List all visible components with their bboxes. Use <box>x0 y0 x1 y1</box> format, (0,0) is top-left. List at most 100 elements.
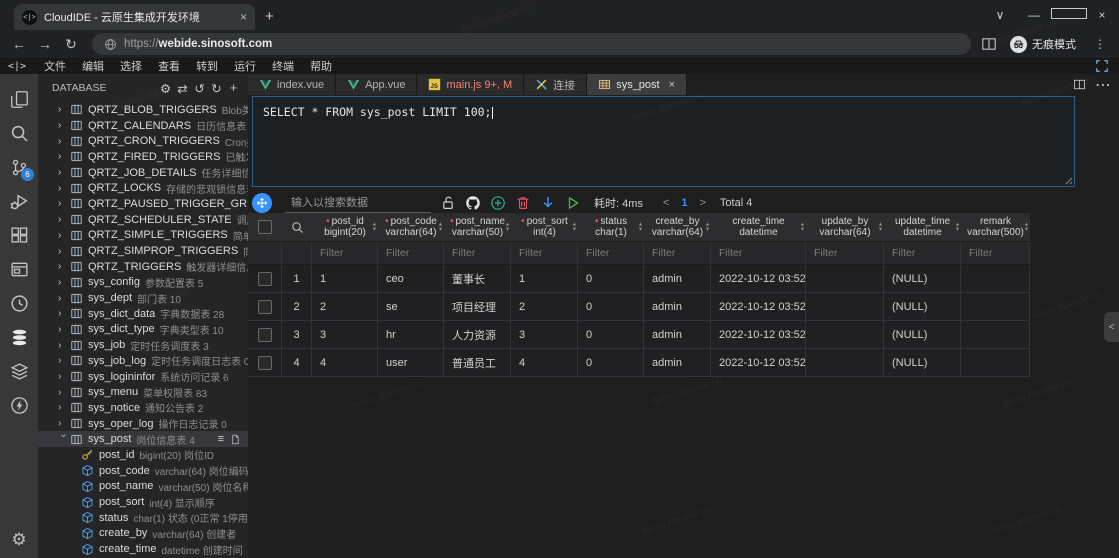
split-window-icon[interactable] <box>981 36 997 52</box>
tab-main.js[interactable]: JSmain.js 9+, M <box>417 74 524 95</box>
filter-input-post_id[interactable]: Filter <box>312 242 378 264</box>
chevron-icon[interactable]: › <box>58 340 69 351</box>
cell-status[interactable]: 0 <box>578 321 644 348</box>
cell-post_sort[interactable]: 2 <box>511 293 578 320</box>
sort-icon[interactable]: ▲▼ <box>505 223 510 232</box>
panel-collapse-handle[interactable]: < <box>1104 312 1119 342</box>
row-search-column[interactable] <box>282 213 312 241</box>
column-header-post_code[interactable]: •post_codevarchar(64)▲▼ <box>378 213 444 241</box>
delete-icon[interactable] <box>515 195 531 211</box>
activity-source-control[interactable]: 6 <box>0 150 38 184</box>
cell-post_code[interactable]: user <box>378 349 444 376</box>
activity-run-debug[interactable] <box>0 184 38 218</box>
column-header-post_name[interactable]: •post_namevarchar(50)▲▼ <box>444 213 511 241</box>
row-checkbox[interactable] <box>248 265 282 292</box>
sort-icon[interactable]: ▲▼ <box>955 223 960 232</box>
tree-table-sys_post[interactable]: ›sys_post岗位信息表 4≡ <box>38 431 248 447</box>
cell-update_by[interactable] <box>806 349 884 376</box>
cell-remark[interactable] <box>961 293 1030 320</box>
tree-field-create_by[interactable]: create_byvarchar(64) 创建者 <box>38 526 248 542</box>
tree-table-sys_menu[interactable]: ›sys_menu菜单权限表 83 <box>38 384 248 400</box>
activity-extensions[interactable] <box>0 218 38 252</box>
tree-field-post_name[interactable]: post_namevarchar(50) 岗位名称 <box>38 479 248 495</box>
add-circle-icon[interactable] <box>490 195 506 211</box>
chevron-icon[interactable]: › <box>58 355 69 366</box>
filter-input-update_time[interactable]: Filter <box>884 242 961 264</box>
cell-update_time[interactable]: (NULL) <box>884 293 961 320</box>
menu-文件[interactable]: 文件 <box>36 58 74 74</box>
sort-icon[interactable]: ▲▼ <box>372 223 377 232</box>
tree-table-QRTZ_TRIGGERS[interactable]: ›QRTZ_TRIGGERS触发器详细信息表 3 <box>38 259 248 275</box>
tree-field-status[interactable]: statuschar(1) 状态 (0正常 1停用) <box>38 510 248 526</box>
add-icon[interactable]: + <box>225 81 242 96</box>
sort-icon[interactable]: ▲▼ <box>572 223 577 232</box>
tree-table-QRTZ_CRON_TRIGGERS[interactable]: ›QRTZ_CRON_TRIGGERSCron类型... <box>38 133 248 149</box>
chevron-icon[interactable]: › <box>58 104 69 115</box>
refresh-icon[interactable]: ↻ <box>208 81 225 96</box>
activity-database[interactable] <box>0 320 38 354</box>
cell-create_time[interactable]: 2022-10-12 03:52:12 <box>711 321 806 348</box>
settings-gear-icon[interactable]: ⚙ <box>11 530 26 550</box>
filter-input-post_sort[interactable]: Filter <box>511 242 578 264</box>
tree-table-QRTZ_LOCKS[interactable]: ›QRTZ_LOCKS存储的悲观锁信息表 2 <box>38 180 248 196</box>
row-checkbox[interactable] <box>248 293 282 320</box>
tree-field-create_time[interactable]: create_timedatetime 创建时间 <box>38 541 248 557</box>
tree-table-QRTZ_CALENDARS[interactable]: ›QRTZ_CALENDARS日历信息表 0 <box>38 118 248 134</box>
tab-连接[interactable]: 连接 <box>524 74 587 95</box>
menu-编辑[interactable]: 编辑 <box>74 58 112 74</box>
cell-remark[interactable] <box>961 321 1030 348</box>
cell-update_time[interactable]: (NULL) <box>884 349 961 376</box>
tab-sys_post[interactable]: sys_post× <box>587 74 687 95</box>
more-actions-icon[interactable]: ⋯ <box>1095 75 1111 95</box>
maximize-button[interactable] <box>1051 8 1085 22</box>
chevron-icon[interactable]: › <box>58 261 69 272</box>
cell-update_by[interactable] <box>806 321 884 348</box>
cell-update_by[interactable] <box>806 265 884 292</box>
resize-handle-icon[interactable] <box>1063 175 1073 185</box>
page-number[interactable]: 1 <box>681 197 687 209</box>
cell-status[interactable]: 0 <box>578 265 644 292</box>
column-header-remark[interactable]: remarkvarchar(500)▲▼ <box>961 213 1030 241</box>
move-button[interactable] <box>252 193 272 213</box>
split-editor-icon[interactable] <box>1073 78 1086 91</box>
next-page-button[interactable]: > <box>699 197 705 209</box>
cell-post_sort[interactable]: 1 <box>511 265 578 292</box>
sort-icon[interactable]: ▲▼ <box>438 223 443 232</box>
fullscreen-icon[interactable] <box>1095 59 1109 73</box>
new-tab-button[interactable]: + <box>265 8 274 25</box>
sql-editor[interactable]: SELECT * FROM sys_post LIMIT 100; <box>252 96 1075 187</box>
tree-table-sys_notice[interactable]: ›sys_notice通知公告表 2 <box>38 400 248 416</box>
cell-update_time[interactable]: (NULL) <box>884 321 961 348</box>
chevron-icon[interactable]: › <box>58 198 69 209</box>
column-header-create_time[interactable]: create_timedatetime▲▼ <box>711 213 806 241</box>
search-data-input[interactable]: 输入以搜索数据 <box>285 193 431 213</box>
chevron-icon[interactable]: › <box>58 151 69 162</box>
cell-status[interactable]: 0 <box>578 349 644 376</box>
tab-close-icon[interactable]: × <box>240 10 247 24</box>
cell-create_time[interactable]: 2022-10-12 03:52:12 <box>711 265 806 292</box>
tree-table-sys_dept[interactable]: ›sys_dept部门表 10 <box>38 290 248 306</box>
chevron-icon[interactable]: › <box>58 371 69 382</box>
tree-table-sys_job[interactable]: ›sys_job定时任务调度表 3 <box>38 337 248 353</box>
tree-table-sys_oper_log[interactable]: ›sys_oper_log操作日志记录 0 <box>38 416 248 432</box>
menu-转到[interactable]: 转到 <box>188 58 226 74</box>
filter-input-update_by[interactable]: Filter <box>806 242 884 264</box>
cell-post_id[interactable]: 2 <box>312 293 378 320</box>
back-button[interactable]: ← <box>8 36 30 52</box>
cell-update_by[interactable] <box>806 293 884 320</box>
cell-post_code[interactable]: se <box>378 293 444 320</box>
tree-table-QRTZ_JOB_DETAILS[interactable]: ›QRTZ_JOB_DETAILS任务详细信息... <box>38 165 248 181</box>
tree-field-post_code[interactable]: post_codevarchar(64) 岗位编码 <box>38 463 248 479</box>
column-header-create_by[interactable]: create_byvarchar(64)▲▼ <box>644 213 711 241</box>
cell-post_code[interactable]: hr <box>378 321 444 348</box>
tree-table-QRTZ_SCHEDULER_STATE[interactable]: ›QRTZ_SCHEDULER_STATE调度器状... <box>38 212 248 228</box>
filter-input-create_time[interactable]: Filter <box>711 242 806 264</box>
tree-table-sys_dict_data[interactable]: ›sys_dict_data字典数据表 28 <box>38 306 248 322</box>
new-file-icon[interactable] <box>230 434 241 445</box>
cell-create_by[interactable]: admin <box>644 349 711 376</box>
tab-close-icon[interactable]: × <box>669 79 675 91</box>
activity-preview[interactable] <box>0 252 38 286</box>
activity-explorer[interactable] <box>0 82 38 116</box>
filter-input-post_name[interactable]: Filter <box>444 242 511 264</box>
cell-create_by[interactable]: admin <box>644 293 711 320</box>
